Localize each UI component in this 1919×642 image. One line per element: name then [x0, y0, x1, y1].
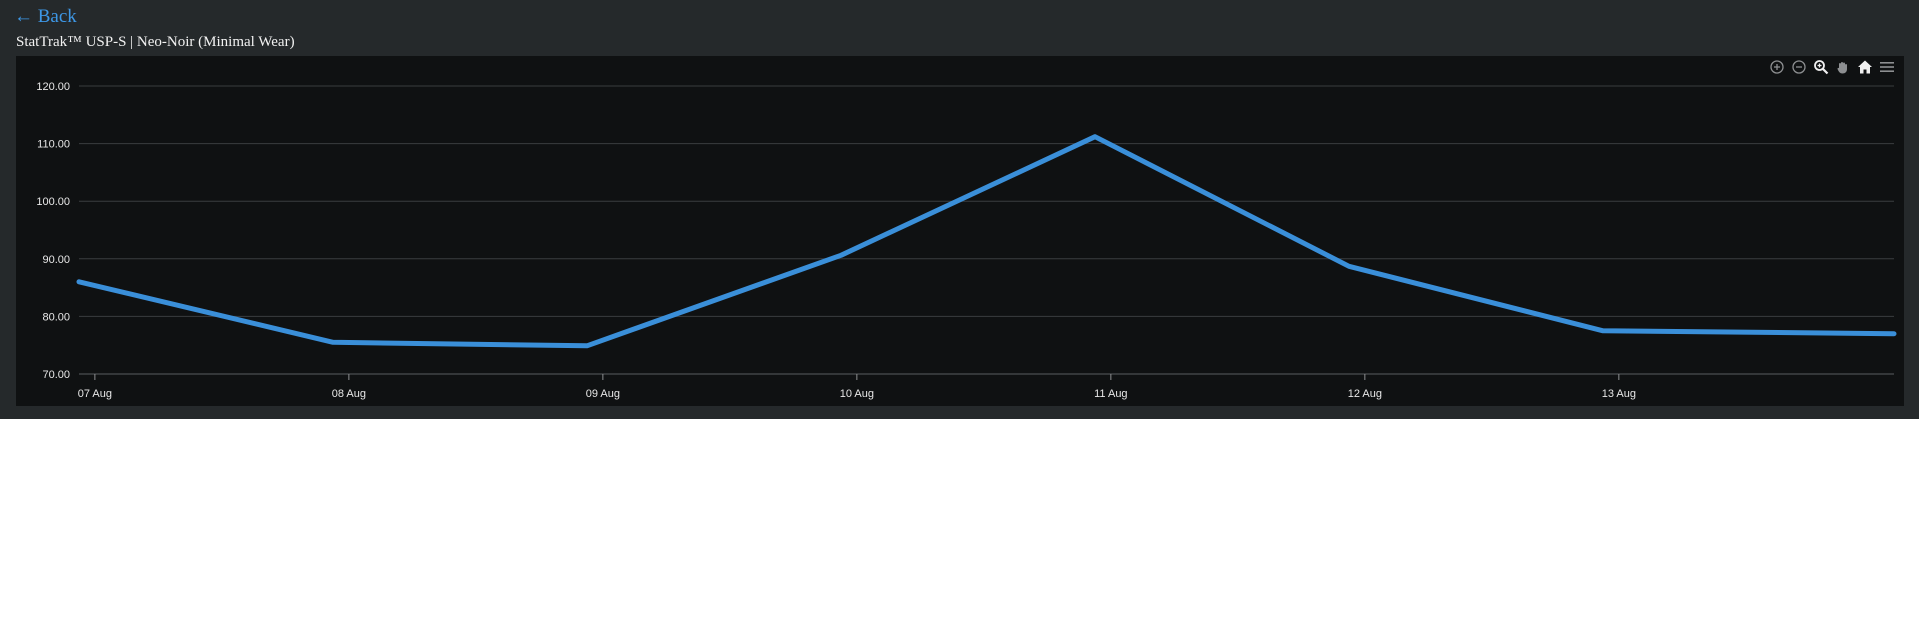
y-tick-label: 70.00: [42, 369, 70, 381]
y-tick-label: 90.00: [42, 254, 70, 266]
y-tick-label: 110.00: [37, 139, 70, 151]
y-tick-label: 80.00: [42, 311, 70, 323]
back-link[interactable]: ← Back: [14, 6, 77, 28]
y-tick-label: 120.00: [36, 81, 70, 93]
price-chart[interactable]: 70.00 80.00 90.00 100.00 110.00 120.00 07 Aug 0…: [16, 56, 1904, 406]
x-tick-label: 11 Aug: [1094, 388, 1127, 400]
x-tick-label: 07 Aug: [78, 388, 112, 400]
pan-icon[interactable]: [1834, 58, 1852, 76]
price-chart-svg: 70.00 80.00 90.00 100.00 110.00 120.00 07 Aug 0…: [36, 81, 1897, 400]
zoom-in-icon[interactable]: [1768, 58, 1786, 76]
selection-zoom-icon[interactable]: [1812, 58, 1830, 76]
item-title: StatTrak™ USP-S | Neo-Noir (Minimal Wear…: [16, 34, 295, 50]
x-tick-label: 12 Aug: [1348, 388, 1382, 400]
y-tick-label: 100.00: [36, 196, 70, 208]
chart-toolbar: [1768, 58, 1896, 76]
menu-icon[interactable]: [1878, 58, 1896, 76]
reset-zoom-home-icon[interactable]: [1856, 58, 1874, 76]
x-tick-label: 09 Aug: [586, 388, 620, 400]
price-series-line: [76, 134, 1897, 349]
x-tick-label: 08 Aug: [332, 388, 366, 400]
item-panel: ← Back StatTrak™ USP-S | Neo-Noir (Minim…: [0, 0, 1919, 419]
zoom-out-icon[interactable]: [1790, 58, 1808, 76]
x-tick-label: 13 Aug: [1602, 388, 1636, 400]
x-tick-label: 10 Aug: [840, 388, 874, 400]
